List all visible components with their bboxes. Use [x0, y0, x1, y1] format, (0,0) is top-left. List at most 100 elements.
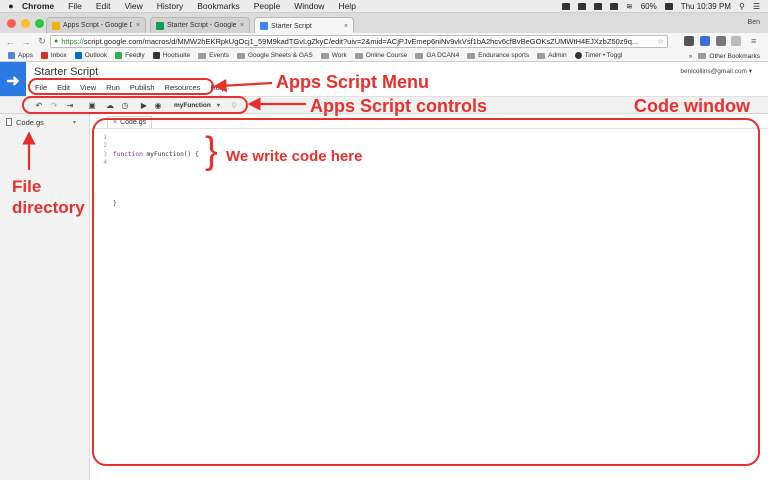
back-icon[interactable]: ←	[4, 37, 16, 47]
sheets-favicon-icon	[156, 21, 164, 30]
annotation-brace: }	[205, 130, 218, 172]
battery-icon	[664, 3, 673, 10]
browser-tab-active[interactable]: Starter Script ×	[254, 17, 354, 34]
timer-icon[interactable]	[594, 3, 602, 10]
menu-help[interactable]: Help	[338, 1, 355, 11]
menu-people[interactable]: People	[254, 1, 280, 11]
close-tab-icon[interactable]: ×	[240, 22, 244, 29]
close-window-icon[interactable]	[7, 19, 16, 28]
chat-icon[interactable]	[578, 3, 586, 10]
folder-icon	[537, 52, 546, 59]
window-controls	[7, 19, 44, 28]
wifi-icon[interactable]: ≋	[626, 2, 633, 11]
bookmark-folder[interactable]: Events	[198, 52, 229, 59]
menu-window[interactable]: Window	[294, 1, 324, 11]
status-area: ≋ 60% Thu 10:39 PM ⚲ ☰	[562, 0, 760, 13]
menu-history[interactable]: History	[157, 1, 183, 11]
bookmark-item[interactable]: Outlook	[74, 52, 107, 59]
url-protocol: https://	[61, 37, 84, 46]
bookmark-item[interactable]: Apps	[8, 52, 33, 59]
list-icon[interactable]: ☰	[753, 2, 760, 11]
minimize-window-icon[interactable]	[21, 19, 30, 28]
file-item[interactable]: Code.gs ▾	[0, 116, 88, 128]
toggl-icon	[574, 52, 582, 59]
extension-icon[interactable]	[731, 36, 741, 46]
bookmarks-overflow[interactable]: »	[689, 53, 693, 60]
close-tab-icon[interactable]: ×	[344, 23, 348, 30]
battery-percent[interactable]: 60%	[641, 2, 657, 11]
file-name: Code.gs	[16, 117, 44, 127]
bookmark-folder[interactable]: Work	[320, 52, 347, 59]
folder-icon	[415, 52, 424, 59]
gmail-icon	[40, 52, 48, 59]
chevron-down-icon[interactable]: ▾	[73, 119, 76, 126]
dropbox-icon[interactable]	[562, 3, 570, 10]
annotation-controls-label: Apps Script controls	[310, 96, 488, 116]
bookmark-label: Online Course	[365, 52, 408, 59]
extension-icon[interactable]	[700, 36, 710, 46]
extension-icon[interactable]	[684, 36, 694, 46]
apple-icon[interactable]: ●	[0, 1, 22, 11]
feedly-icon	[115, 52, 123, 59]
other-bookmarks-label: Other Bookmarks	[709, 52, 760, 60]
file-icon	[6, 118, 12, 126]
apps-script-logo[interactable]: ➜	[0, 62, 26, 100]
project-title[interactable]: Starter Script	[34, 66, 98, 78]
bookmark-label: GA DCAN4	[426, 52, 460, 59]
code-window-highlight-box	[92, 118, 760, 466]
user-email-text: benlcollins@gmail.com	[680, 68, 747, 75]
apps-script-favicon-icon	[260, 22, 268, 30]
folder-icon	[237, 52, 245, 59]
bookmark-label: Events	[209, 52, 229, 59]
bookmark-folder[interactable]: Admin	[537, 52, 567, 59]
bookmarks-bar: Apps Inbox Outlook Feedly Hootsuite Even…	[0, 50, 768, 62]
browser-tab[interactable]: Apps Script - Google Drive ×	[46, 17, 146, 33]
bookmark-folder[interactable]: Online Course	[354, 52, 408, 59]
menu-edit[interactable]: Edit	[96, 1, 111, 11]
forward-icon[interactable]: →	[20, 37, 32, 47]
bookmark-item[interactable]: Timer • Toggl	[574, 52, 622, 59]
outlook-icon	[74, 52, 82, 59]
arrow-right-icon: ➜	[6, 73, 20, 90]
zoom-window-icon[interactable]	[35, 19, 44, 28]
tab-title: Starter Script - Google She	[167, 22, 236, 29]
bookmark-label: Hootsuite	[162, 52, 191, 59]
other-bookmarks[interactable]: » Other Bookmarks	[689, 50, 760, 62]
clock[interactable]: Thu 10:39 PM	[681, 2, 731, 11]
bookmark-folder[interactable]: GA DCAN4	[415, 52, 459, 59]
extension-icon[interactable]	[716, 36, 726, 46]
tab-title: Starter Script	[271, 22, 312, 30]
menu-file[interactable]: File	[68, 1, 82, 11]
chrome-menu-icon[interactable]: ≡	[751, 36, 761, 46]
annotation-file-directory-line: File	[12, 177, 42, 196]
airplay-icon[interactable]	[610, 3, 618, 10]
os-menubar: ● Chrome File Edit View History Bookmark…	[0, 0, 768, 13]
drive-favicon-icon	[52, 21, 60, 30]
bookmark-label: Apps	[18, 52, 33, 59]
tab-strip: Apps Script - Google Drive × Starter Scr…	[0, 13, 768, 34]
profile-name[interactable]: Ben	[748, 19, 760, 26]
annotation-file-directory-label: File directory	[12, 176, 85, 218]
bookmark-item[interactable]: Inbox	[40, 52, 67, 59]
annotation-code-here-label: We write code here	[226, 148, 363, 165]
folder-icon	[698, 53, 707, 59]
bookmark-label: Inbox	[50, 52, 67, 59]
bookmark-label: Google Sheets & GAS	[248, 52, 313, 59]
close-tab-icon[interactable]: ×	[136, 22, 140, 29]
tab-title: Apps Script - Google Drive	[63, 22, 132, 29]
bookmark-folder[interactable]: Endurance sports	[467, 52, 529, 59]
menu-chrome[interactable]: Chrome	[22, 1, 54, 11]
hootsuite-icon	[152, 52, 160, 59]
reload-icon[interactable]: ↻	[36, 36, 48, 47]
menu-view[interactable]: View	[124, 1, 142, 11]
search-icon[interactable]: ⚲	[739, 2, 745, 11]
folder-icon	[467, 52, 476, 59]
bookmark-item[interactable]: Hootsuite	[152, 52, 191, 59]
bookmark-item[interactable]: Feedly	[115, 52, 145, 59]
menu-bookmarks[interactable]: Bookmarks	[197, 1, 240, 11]
browser-tab[interactable]: Starter Script - Google She ×	[150, 17, 250, 33]
address-bar[interactable]: ● https:// script.google.com/macros/d/MM…	[50, 35, 668, 48]
bookmark-folder[interactable]: Google Sheets & GAS	[237, 52, 313, 59]
user-email[interactable]: benlcollins@gmail.com ▾	[680, 67, 752, 75]
bookmark-star-icon[interactable]: ☆	[657, 37, 664, 46]
